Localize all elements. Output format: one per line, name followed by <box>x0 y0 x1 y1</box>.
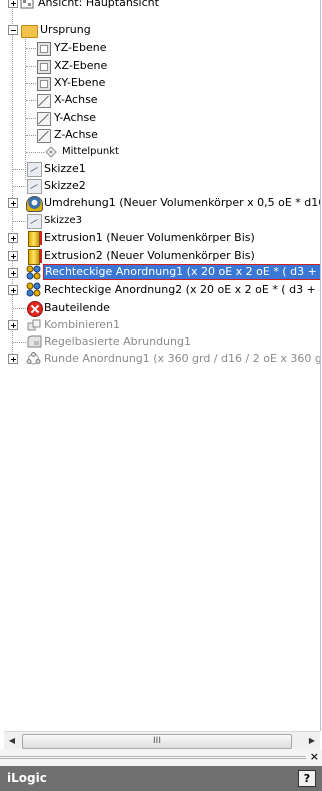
splitter-grip[interactable] <box>0 756 306 759</box>
tree-connector-line <box>26 66 36 67</box>
ilogic-panel-header[interactable]: iLogic ? <box>0 766 322 791</box>
expand-button[interactable] <box>8 320 18 330</box>
plane-icon <box>37 60 51 74</box>
model-browser-tree: Ansicht: Hauptansicht Ursprung YZ-Ebene … <box>0 0 321 731</box>
tree-item-x-axis[interactable]: X-Achse <box>0 91 320 109</box>
tree-item-label: YZ-Ebene <box>54 41 107 54</box>
tree-item-label: Kombinieren1 <box>44 318 120 331</box>
tree-connector-line <box>13 221 26 222</box>
rule-fillet-icon <box>27 335 42 348</box>
plane-icon <box>37 77 51 91</box>
tree-item-rect-pattern1[interactable]: Rechteckige Anordnung1 (x 20 oE x 2 oE *… <box>0 264 320 282</box>
tree-item-y-axis[interactable]: Y-Achse <box>0 109 320 127</box>
tree-connector-line <box>13 308 26 309</box>
expand-button[interactable] <box>8 354 18 364</box>
expand-button[interactable] <box>8 251 18 261</box>
axis-icon <box>37 112 51 126</box>
tree-item-view[interactable]: Ansicht: Hauptansicht <box>0 0 320 12</box>
tree-item-z-axis[interactable]: Z-Achse <box>0 126 320 144</box>
sketch-icon <box>27 214 42 229</box>
scroll-left-icon[interactable]: ◀ <box>4 732 20 748</box>
tree-item-label: Extrusion1 (Neuer Volumenkörper Bis) <box>44 231 255 244</box>
tree-item-xy-plane[interactable]: XY-Ebene <box>0 74 320 92</box>
tree-item-label: Ansicht: Hauptansicht <box>38 0 159 9</box>
tree-item-rule-fillet1[interactable]: Regelbasierte Abrundung1 <box>0 333 320 351</box>
tree-item-label: Umdrehung1 (Neuer Volumenkörper x 0,5 oE… <box>44 196 320 209</box>
tree-connector-line <box>13 186 26 187</box>
tree-item-sketch3[interactable]: Skizze3 <box>0 212 320 230</box>
tree-item-label: XY-Ebene <box>54 76 106 89</box>
revolve-icon <box>26 196 43 212</box>
end-of-part-icon <box>27 301 43 317</box>
tree-connector-line <box>26 152 44 153</box>
tree-item-rect-pattern2[interactable]: Rechteckige Anordnung2 (x 20 oE x 2 oE *… <box>0 281 320 299</box>
tree-item-extrusion1[interactable]: Extrusion1 (Neuer Volumenkörper Bis) <box>0 229 320 247</box>
tree-item-origin[interactable]: Ursprung <box>0 21 320 39</box>
tree-item-label: Extrusion2 (Neuer Volumenkörper Bis) <box>44 249 255 262</box>
collapse-button[interactable] <box>8 25 18 35</box>
rectangular-pattern-icon <box>26 265 41 280</box>
tree-item-extrusion2[interactable]: Extrusion2 (Neuer Volumenkörper Bis) <box>0 247 320 265</box>
panel-title: iLogic <box>7 771 47 785</box>
scroll-right-icon[interactable]: ▶ <box>304 732 320 748</box>
tree-item-label: Bauteilende <box>44 301 110 314</box>
horizontal-scrollbar[interactable]: ◀ III ▶ <box>4 731 320 749</box>
expand-button[interactable] <box>8 233 18 243</box>
help-icon[interactable]: ? <box>298 770 316 787</box>
expand-button[interactable] <box>8 0 18 8</box>
extrusion-icon <box>28 231 42 247</box>
sketch-icon <box>27 162 42 177</box>
tree-item-label: Rechteckige Anordnung2 (x 20 oE x 2 oE *… <box>44 283 321 296</box>
tree-item-end-of-part[interactable]: Bauteilende <box>0 299 320 317</box>
sketch-icon <box>27 179 42 194</box>
extrusion-icon <box>28 249 42 265</box>
tree-item-sketch2[interactable]: Skizze2 <box>0 177 320 195</box>
tree-connector-line <box>26 83 36 84</box>
center-point-icon <box>45 146 57 158</box>
view-icon <box>20 0 34 9</box>
tree-item-label: Ursprung <box>40 23 91 36</box>
tree-item-label: Skizze2 <box>44 179 86 192</box>
scrollbar-thumb[interactable]: III <box>22 734 292 749</box>
combine-icon <box>27 319 41 331</box>
tree-item-label: X-Achse <box>54 93 98 106</box>
tree-item-circular-pattern1[interactable]: Runde Anordnung1 (x 360 grd / d16 / 2 oE… <box>0 350 320 368</box>
tree-item-label: Y-Achse <box>54 111 96 124</box>
tree-item-xz-plane[interactable]: XZ-Ebene <box>0 57 320 75</box>
tree-item-combine1[interactable]: Kombinieren1 <box>0 316 320 334</box>
tree-item-label: Runde Anordnung1 (x 360 grd / d16 / 2 oE… <box>44 352 321 365</box>
tree-item-label: Regelbasierte Abrundung1 <box>44 335 191 348</box>
tree-connector-line <box>26 118 36 119</box>
tree-item-label-selected: Rechteckige Anordnung1 (x 20 oE x 2 oE *… <box>42 264 320 280</box>
panel-splitter[interactable]: × <box>0 749 322 766</box>
tree-item-label: XZ-Ebene <box>54 59 108 72</box>
tree-connector-line <box>26 48 36 49</box>
tree-connector-line <box>26 135 36 136</box>
tree-connector-line <box>26 100 36 101</box>
axis-icon <box>37 94 51 108</box>
tree-item-revolve1[interactable]: Umdrehung1 (Neuer Volumenkörper x 0,5 oE… <box>0 194 320 212</box>
expand-button[interactable] <box>8 198 18 208</box>
tree-item-yz-plane[interactable]: YZ-Ebene <box>0 39 320 57</box>
close-icon[interactable]: × <box>310 750 319 763</box>
circular-pattern-icon <box>26 352 41 365</box>
tree-item-sketch1[interactable]: Skizze1 <box>0 160 320 178</box>
folder-icon <box>21 25 38 38</box>
tree-item-label: Mittelpunkt <box>62 146 119 157</box>
expand-button[interactable] <box>8 285 18 295</box>
tree-item-center-point[interactable]: Mittelpunkt <box>0 143 320 161</box>
tree-item-label: Z-Achse <box>54 128 98 141</box>
tree-connector-line <box>13 342 26 343</box>
rectangular-pattern-icon <box>26 282 41 297</box>
plane-icon <box>37 42 51 56</box>
tree-item-label: Skizze1 <box>44 162 86 175</box>
tree-connector-line <box>13 169 26 170</box>
tree-item-label: Skizze3 <box>44 215 82 226</box>
axis-icon <box>37 129 51 143</box>
expand-button[interactable] <box>8 268 18 278</box>
